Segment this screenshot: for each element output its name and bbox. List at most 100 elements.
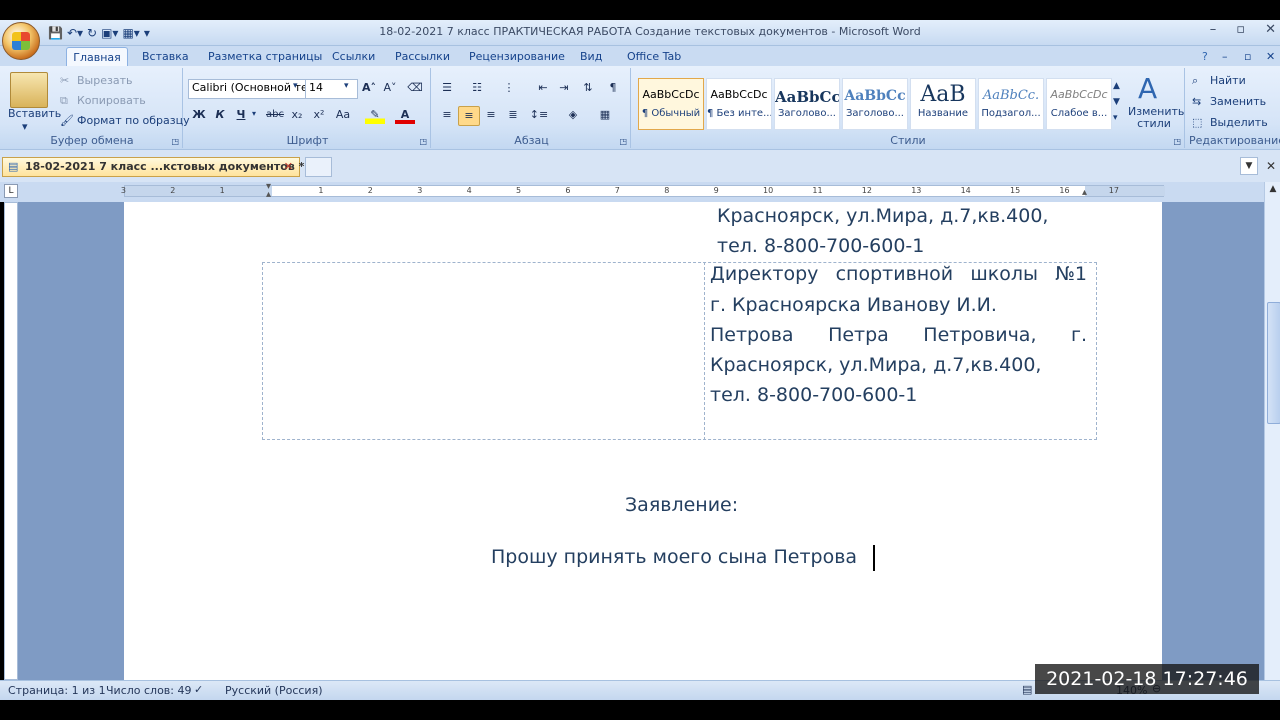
sort-icon[interactable]: ⇅ bbox=[578, 79, 598, 97]
borders-icon[interactable]: ▦ bbox=[595, 106, 615, 124]
font-color-icon[interactable]: A bbox=[395, 106, 415, 124]
numbering-icon[interactable]: ☷ bbox=[467, 79, 487, 97]
print-preview-icon[interactable]: ▣▾ bbox=[101, 26, 118, 40]
highlight-icon[interactable]: ✎ bbox=[365, 106, 385, 124]
format-painter-button[interactable]: Формат по образцу bbox=[77, 114, 190, 127]
underline-button[interactable]: Ч bbox=[231, 106, 251, 124]
ruler-tick-label: 5 bbox=[516, 186, 522, 195]
tab-close-icon[interactable]: ✕ bbox=[284, 158, 293, 176]
clear-format-icon[interactable]: ⌫ bbox=[405, 79, 425, 97]
tab-page-layout[interactable]: Разметка страницы bbox=[208, 47, 322, 66]
style-heading-1[interactable]: AaBbCc Заголово... bbox=[774, 78, 840, 130]
align-left-icon[interactable]: ≡ bbox=[437, 106, 457, 124]
tab-references[interactable]: Ссылки bbox=[332, 47, 375, 66]
tab-mailings[interactable]: Рассылки bbox=[395, 47, 450, 66]
paragraph-group: ☰ ☷ ⋮ ⇤ ⇥ ⇅ ¶ ≡ ≡ ≡ ≣ ↕≡ ◈ ▦ Абзац ◳ bbox=[433, 68, 631, 148]
font-size-dropdown-icon[interactable]: ▾ bbox=[344, 81, 349, 91]
change-styles-button[interactable]: Изменить стили bbox=[1128, 106, 1184, 130]
doc-window-close-icon[interactable]: ✕ bbox=[1263, 157, 1279, 175]
change-case-button[interactable]: Aa bbox=[333, 106, 353, 124]
vertical-scrollbar[interactable]: ▲ bbox=[1264, 182, 1280, 680]
decrease-indent-icon[interactable]: ⇤ bbox=[533, 79, 553, 97]
style-heading-2[interactable]: AaBbCc Заголово... bbox=[842, 78, 908, 130]
spellcheck-icon[interactable]: ✓ bbox=[194, 683, 203, 696]
replace-button[interactable]: Заменить bbox=[1210, 95, 1266, 108]
line-spacing-icon[interactable]: ↕≡ bbox=[529, 106, 549, 124]
paragraph-launcher-icon[interactable]: ◳ bbox=[619, 137, 627, 146]
undo-icon[interactable]: ↶▾ bbox=[67, 26, 83, 40]
bold-button[interactable]: Ж bbox=[189, 106, 209, 124]
font-name-combo[interactable]: Calibri (Основной те bbox=[188, 79, 308, 99]
font-launcher-icon[interactable]: ◳ bbox=[419, 137, 427, 146]
show-marks-icon[interactable]: ¶ bbox=[603, 79, 623, 97]
minimize-icon[interactable]: – bbox=[1210, 22, 1217, 37]
doc-close-icon[interactable]: ✕ bbox=[1266, 47, 1275, 66]
right-indent-marker-icon[interactable]: ▴ bbox=[1082, 187, 1092, 198]
align-center-icon[interactable]: ≡ bbox=[458, 106, 480, 126]
new-tab-button[interactable] bbox=[305, 157, 332, 177]
subscript-button[interactable]: x₂ bbox=[287, 106, 307, 124]
shrink-font-icon[interactable]: A˅ bbox=[380, 79, 400, 97]
increase-indent-icon[interactable]: ⇥ bbox=[554, 79, 574, 97]
scroll-up-icon[interactable]: ▲ bbox=[1267, 184, 1279, 198]
bullets-icon[interactable]: ☰ bbox=[437, 79, 457, 97]
help-icon[interactable]: ? bbox=[1202, 47, 1208, 66]
select-button[interactable]: Выделить bbox=[1210, 116, 1268, 129]
vertical-ruler[interactable] bbox=[4, 202, 18, 680]
tab-list-dropdown-icon[interactable]: ▼ bbox=[1240, 157, 1258, 175]
font-size-combo[interactable]: 14 bbox=[305, 79, 358, 99]
table-icon[interactable]: ▦▾ bbox=[122, 26, 139, 40]
print-layout-icon[interactable]: ▤ bbox=[1022, 683, 1032, 696]
clipboard-launcher-icon[interactable]: ◳ bbox=[171, 137, 179, 146]
cut-icon: ✂ bbox=[60, 74, 70, 87]
indent-marker-icon[interactable]: ▾ ▴ bbox=[266, 182, 276, 200]
italic-button[interactable]: К bbox=[210, 106, 230, 124]
style-normal[interactable]: AaBbCcDc ¶ Обычный bbox=[638, 78, 704, 130]
superscript-button[interactable]: x² bbox=[309, 106, 329, 124]
style-subtle-emphasis[interactable]: AaBbCcDc Слабое в... bbox=[1046, 78, 1112, 130]
justify-icon[interactable]: ≣ bbox=[503, 106, 523, 124]
strikethrough-button[interactable]: abc bbox=[265, 106, 285, 124]
office-button[interactable] bbox=[2, 22, 40, 60]
cut-button[interactable]: Вырезать bbox=[77, 74, 132, 87]
underline-dropdown-icon[interactable]: ▾ bbox=[252, 109, 256, 118]
save-icon[interactable]: 💾 bbox=[48, 26, 63, 40]
multilevel-list-icon[interactable]: ⋮ bbox=[499, 79, 519, 97]
tab-home[interactable]: Главная bbox=[66, 47, 128, 67]
maximize-icon[interactable]: ▫ bbox=[1236, 22, 1245, 37]
font-name-dropdown-icon[interactable]: ▾ bbox=[293, 81, 298, 91]
style-no-spacing[interactable]: AaBbCcDc ¶ Без инте... bbox=[706, 78, 772, 130]
paste-dropdown-icon[interactable]: ▾ bbox=[22, 120, 28, 133]
scroll-thumb[interactable] bbox=[1267, 302, 1280, 424]
style-title[interactable]: AaB Название bbox=[910, 78, 976, 130]
styles-launcher-icon[interactable]: ◳ bbox=[1173, 137, 1181, 146]
tab-selector-icon[interactable]: L bbox=[4, 184, 18, 198]
shading-icon[interactable]: ◈ bbox=[563, 106, 583, 124]
horizontal-ruler[interactable]: 3 2 1 1 2 3 4 5 6 7 8 9 10 11 12 13 14 15 16 17 bbox=[121, 185, 1165, 197]
ruler-tick-label: 13 bbox=[911, 186, 922, 195]
copy-button[interactable]: Копировать bbox=[77, 94, 146, 107]
paste-button[interactable]: Вставить bbox=[8, 107, 61, 120]
styles-scroll-icon[interactable]: ▲ ▼ ▾ bbox=[1113, 78, 1120, 126]
tab-office-tab[interactable]: Office Tab bbox=[627, 47, 681, 66]
redo-icon[interactable]: ↻ bbox=[87, 26, 97, 40]
align-right-icon[interactable]: ≡ bbox=[481, 106, 501, 124]
word-count[interactable]: Число слов: 49 bbox=[106, 684, 192, 697]
grow-font-icon[interactable]: A˄ bbox=[359, 79, 379, 97]
tab-insert[interactable]: Вставка bbox=[142, 47, 189, 66]
ribbon-restore-icon[interactable]: ▫ bbox=[1244, 47, 1251, 66]
ribbon-minimize-icon[interactable]: – bbox=[1222, 47, 1228, 66]
close-icon[interactable]: ✕ bbox=[1265, 22, 1276, 37]
find-button[interactable]: Найти bbox=[1210, 74, 1246, 87]
paste-icon[interactable] bbox=[10, 72, 48, 108]
style-subtitle[interactable]: AaBbCc. Подзагол... bbox=[978, 78, 1044, 130]
language-indicator[interactable]: Русский (Россия) bbox=[225, 684, 323, 697]
clipboard-group: Вставить ▾ ✂ Вырезать ⧉ Копировать 🖌 Фор… bbox=[2, 68, 190, 148]
tab-review[interactable]: Рецензирование bbox=[469, 47, 565, 66]
header-table[interactable] bbox=[262, 262, 1097, 440]
tab-view[interactable]: Вид bbox=[580, 47, 602, 66]
ruler-tick-label: 16 bbox=[1059, 186, 1070, 195]
page-count[interactable]: Страница: 1 из 1 bbox=[8, 684, 106, 697]
document-tab[interactable]: ▤ 18-02-2021 7 класс ...кстовых документ… bbox=[2, 157, 304, 177]
customize-qat-icon[interactable]: ▾ bbox=[144, 26, 150, 40]
